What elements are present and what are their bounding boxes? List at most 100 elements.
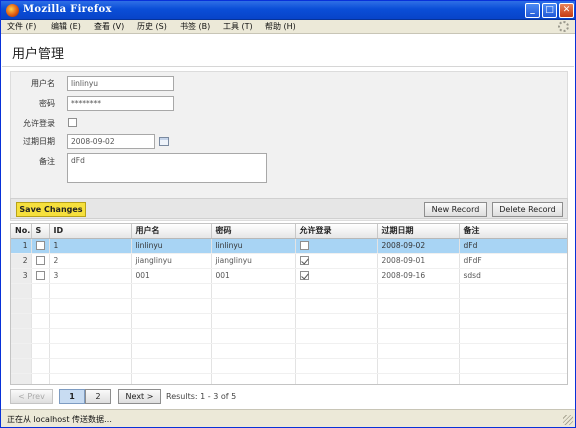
empty-cell (131, 283, 212, 299)
expire-date-cell[interactable]: 2008-09-02 (377, 238, 460, 254)
username-cell[interactable]: linlinyu (131, 238, 212, 254)
resize-grip-icon[interactable] (563, 415, 573, 425)
menu-view[interactable]: 查看 (V) (94, 21, 124, 32)
allow-login-cell[interactable] (295, 268, 378, 284)
close-button[interactable]: ✕ (559, 3, 574, 18)
empty-cell (31, 313, 50, 329)
allow-login-checked-icon[interactable] (299, 256, 309, 266)
id-cell[interactable]: 3 (49, 268, 132, 284)
menu-help[interactable]: 帮助 (H) (265, 21, 296, 32)
empty-cell (295, 283, 378, 299)
empty-cell (377, 343, 460, 359)
col-password-header[interactable]: 密码 (211, 224, 296, 239)
row-select-cell[interactable] (31, 253, 50, 269)
page-1-button[interactable]: 1 (59, 389, 85, 404)
expire-date-cell[interactable]: 2008-09-16 (377, 268, 460, 284)
password-cell[interactable]: 001 (211, 268, 296, 284)
allow-login-cell[interactable] (295, 253, 378, 269)
empty-cell (49, 298, 132, 314)
password-cell[interactable]: linlinyu (211, 238, 296, 254)
expire-date-cell[interactable]: 2008-09-01 (377, 253, 460, 269)
row-select-checkbox[interactable] (35, 271, 45, 281)
empty-cell (131, 298, 212, 314)
empty-cell (377, 328, 460, 344)
id-cell[interactable]: 1 (49, 238, 132, 254)
empty-row (11, 358, 567, 374)
empty-cell (131, 358, 212, 374)
menu-file[interactable]: 文件 (F) (7, 21, 36, 32)
firefox-icon (6, 4, 19, 17)
page-2-button[interactable]: 2 (85, 389, 111, 404)
throbber-icon (558, 21, 569, 32)
menu-edit[interactable]: 编辑 (E) (51, 21, 81, 32)
empty-cell (377, 373, 460, 384)
col-id-header[interactable]: ID (49, 224, 132, 239)
menu-bookmarks[interactable]: 书签 (B) (180, 21, 210, 32)
empty-cell (377, 283, 460, 299)
password-field[interactable]: ******** (67, 96, 174, 111)
next-page-button[interactable]: Next > (118, 389, 161, 404)
maximize-button[interactable]: □ (542, 3, 557, 18)
allow-login-cell[interactable] (295, 238, 378, 254)
table-row[interactable]: 2 2 jianglinyu jianglinyu 2008-09-01 dFdF (11, 253, 567, 269)
empty-cell (49, 343, 132, 359)
action-toolbar: Save Changes New Record Delete Record (10, 198, 568, 219)
empty-cell (211, 358, 296, 374)
empty-cell (459, 283, 567, 299)
empty-cell (459, 373, 567, 384)
empty-row (11, 283, 567, 299)
username-cell[interactable]: 001 (131, 268, 212, 284)
col-s-header[interactable]: S (31, 224, 50, 239)
empty-cell (211, 298, 296, 314)
delete-record-button[interactable]: Delete Record (492, 202, 563, 217)
empty-cell (377, 298, 460, 314)
allow-login-unchecked-icon[interactable] (299, 241, 309, 251)
empty-cell (211, 328, 296, 344)
remark-textarea[interactable]: dFd (67, 153, 267, 183)
remark-label: 备注 (39, 157, 55, 166)
username-cell[interactable]: jianglinyu (131, 253, 212, 269)
grid-header-row: No. S ID 用户名 密码 允许登录 过期日期 备注 (11, 224, 567, 239)
empty-cell (377, 358, 460, 374)
id-cell[interactable]: 2 (49, 253, 132, 269)
title-bar[interactable]: Mozilla Firefox _ □ ✕ (1, 1, 575, 20)
row-select-checkbox[interactable] (35, 256, 45, 266)
expire-date-field[interactable]: 2008-09-02 (67, 134, 155, 149)
new-record-button[interactable]: New Record (424, 202, 487, 217)
username-label: 用户名 (31, 79, 55, 88)
minimize-button[interactable]: _ (525, 3, 540, 18)
remark-cell[interactable]: dFdF (459, 253, 567, 269)
empty-row-number (11, 358, 32, 374)
col-allow-login-header[interactable]: 允许登录 (295, 224, 378, 239)
table-row[interactable]: 3 3 001 001 2008-09-16 sdsd (11, 268, 567, 284)
empty-row-number (11, 373, 32, 384)
calendar-icon[interactable] (159, 137, 169, 146)
empty-cell (131, 313, 212, 329)
password-cell[interactable]: jianglinyu (211, 253, 296, 269)
row-select-checkbox[interactable] (35, 241, 45, 251)
remark-cell[interactable]: dFd (459, 238, 567, 254)
col-username-header[interactable]: 用户名 (131, 224, 212, 239)
empty-cell (295, 373, 378, 384)
menu-history[interactable]: 历史 (S) (137, 21, 167, 32)
allow-login-checked-icon[interactable] (299, 271, 309, 281)
col-no-header[interactable]: No. (11, 224, 32, 239)
save-changes-button[interactable]: Save Changes (16, 202, 86, 217)
row-number: 2 (11, 253, 32, 269)
empty-row (11, 313, 567, 329)
table-row[interactable]: 1 1 linlinyu linlinyu 2008-09-02 dFd (11, 238, 567, 254)
allow-login-checkbox[interactable] (68, 118, 77, 127)
col-remark-header[interactable]: 备注 (459, 224, 567, 239)
row-select-cell[interactable] (31, 238, 50, 254)
col-expire-header[interactable]: 过期日期 (377, 224, 460, 239)
empty-cell (459, 343, 567, 359)
prev-page-button[interactable]: < Prev (10, 389, 53, 404)
empty-cell (49, 373, 132, 384)
empty-row-number (11, 313, 32, 329)
empty-row-number (11, 283, 32, 299)
row-select-cell[interactable] (31, 268, 50, 284)
username-field[interactable]: linlinyu (67, 76, 174, 91)
remark-cell[interactable]: sdsd (459, 268, 567, 284)
menu-tools[interactable]: 工具 (T) (223, 21, 253, 32)
empty-row (11, 298, 567, 314)
